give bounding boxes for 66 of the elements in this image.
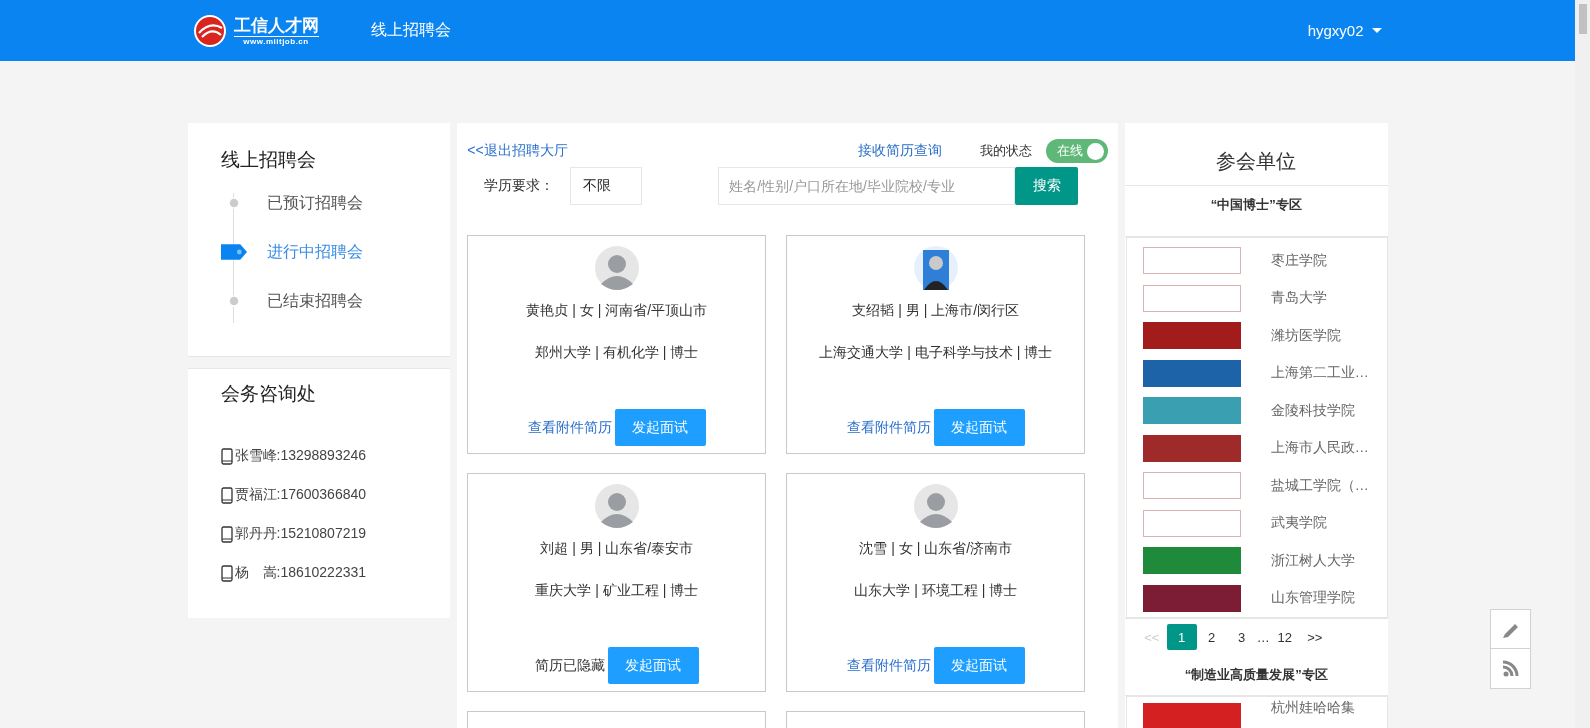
status-label: 我的状态 — [979, 142, 1032, 160]
rss-button[interactable] — [1490, 649, 1531, 689]
search-field[interactable]: 姓名/性别/户口所在地/毕业院校/专业 — [718, 167, 1016, 205]
candidate-info: 支绍韬 | 男 | 上海市/闵行区 — [852, 302, 1020, 320]
unit-name[interactable]: 杭州娃哈哈集 — [1270, 699, 1355, 717]
contact-text: 杨 嵩:18610222331 — [234, 564, 367, 582]
unit-name[interactable]: 青岛大学 — [1270, 289, 1327, 308]
unit-name[interactable]: 潍坊医学院 — [1270, 326, 1341, 345]
exit-link[interactable]: <<退出招聘大厅 — [467, 142, 568, 160]
avatar-silhouette-icon — [913, 484, 958, 528]
search-button[interactable]: 搜索 — [1015, 167, 1079, 205]
unit-name[interactable]: 武夷学院 — [1270, 514, 1327, 533]
pagination-ellipsis: … — [1256, 629, 1270, 645]
step-link[interactable]: 已预订招聘会 — [266, 192, 363, 214]
phone-icon — [220, 564, 233, 582]
zone-title: “制造业高质量发展”专区 — [1124, 655, 1388, 696]
panel-title: 会务咨询处 — [220, 382, 317, 406]
contact-text: 张雪峰:13298893246 — [234, 447, 367, 465]
candidate-education: 重庆大学 | 矿业工程 | 博士 — [535, 582, 699, 600]
candidate-education: 山东大学 | 环境工程 | 博士 — [854, 582, 1018, 600]
resume-link[interactable]: 查看附件简历 — [846, 656, 931, 675]
logo-title: 工信人才网 — [233, 15, 319, 37]
user-menu-button[interactable]: hygxy02 — [1307, 22, 1382, 39]
logo-url: www.miitjob.cn — [243, 36, 309, 46]
unit-name[interactable]: 浙江树人大学 — [1270, 551, 1355, 570]
zone-title: “中国博士”专区 — [1124, 186, 1388, 237]
unit-name[interactable]: 山东管理学院 — [1270, 589, 1355, 608]
education-label: 学历要求： — [484, 177, 555, 195]
page-button[interactable]: 12 — [1269, 624, 1300, 650]
unit-name[interactable]: 上海市人民政… — [1270, 439, 1369, 458]
panel-title: 参会单位 — [1124, 123, 1388, 186]
phone-icon — [220, 447, 233, 465]
candidate-info: 沈雪 | 女 | 山东省/济南市 — [859, 540, 1013, 558]
scrollbar-thumb[interactable] — [1578, 4, 1587, 34]
next-page-button[interactable]: >> — [1299, 624, 1330, 650]
step-link[interactable]: 已结束招聘会 — [266, 290, 363, 312]
resume-link[interactable]: 查看附件简历 — [527, 418, 612, 437]
caret-icon — [1371, 28, 1382, 33]
unit-name[interactable]: 金陵科技学院 — [1270, 401, 1355, 420]
unit-name[interactable]: 枣庄学院 — [1270, 251, 1327, 270]
step-link[interactable]: 进行中招聘会 — [266, 241, 363, 263]
candidate-education: 郑州大学 | 有机化学 | 博士 — [535, 344, 699, 362]
candidate-education: 上海交通大学 | 电子科学与技术 | 博士 — [819, 344, 1053, 362]
rss-icon — [1502, 659, 1519, 678]
resume-hidden-text: 简历已隐藏 — [534, 656, 605, 675]
avatar-placeholder — [913, 246, 958, 290]
contact-text: 郭丹丹:15210807219 — [234, 525, 367, 543]
resume-query-link[interactable]: 接收简历查询 — [857, 142, 942, 160]
page-button[interactable]: 2 — [1196, 624, 1227, 650]
page-button[interactable]: 3 — [1226, 624, 1257, 650]
resume-link[interactable]: 查看附件简历 — [846, 418, 931, 437]
logo-icon — [193, 14, 226, 47]
contact-text: 贾福江:17600366840 — [234, 486, 367, 504]
phone-icon — [220, 486, 233, 504]
avatar-silhouette-icon — [594, 246, 639, 290]
edit-button[interactable] — [1490, 609, 1531, 649]
unit-name[interactable]: 盐城工学院（… — [1270, 476, 1369, 495]
panel-title: 线上招聘会 — [220, 148, 317, 172]
candidate-info: 刘超 | 男 | 山东省/泰安市 — [540, 540, 694, 558]
candidate-info: 黄艳贞 | 女 | 河南省/平顶山市 — [526, 302, 708, 320]
nav-title[interactable]: 线上招聘会 — [370, 20, 451, 41]
unit-name[interactable]: 上海第二工业… — [1270, 364, 1369, 383]
page-button[interactable]: 1 — [1166, 624, 1197, 650]
education-select[interactable]: 不限 — [570, 167, 643, 205]
avatar-silhouette-icon — [594, 484, 639, 528]
phone-icon — [220, 525, 233, 543]
